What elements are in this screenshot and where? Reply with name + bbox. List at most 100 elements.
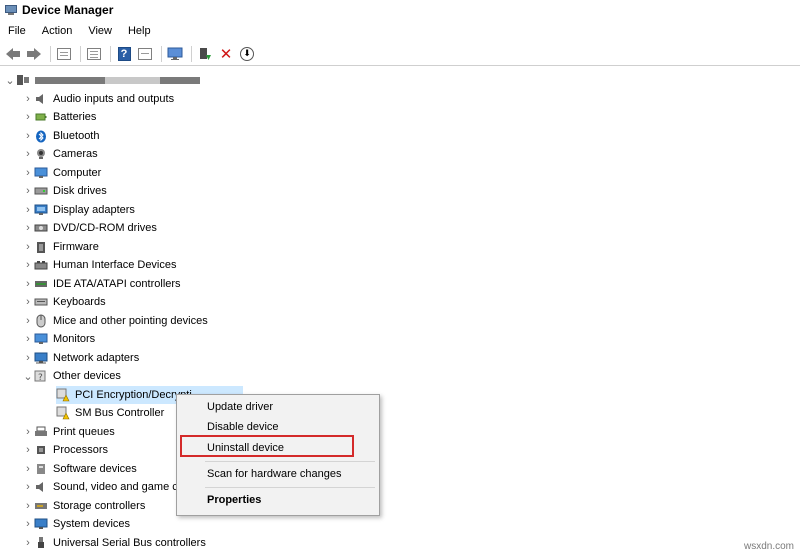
chevron-right-icon[interactable]: › xyxy=(22,296,34,308)
chevron-right-icon[interactable]: › xyxy=(22,426,34,438)
menu-item-properties[interactable]: Properties xyxy=(207,494,261,506)
disk-icon xyxy=(34,184,48,198)
chevron-right-icon[interactable]: › xyxy=(22,537,34,549)
mouse-icon xyxy=(34,314,48,328)
menu-action[interactable]: Action xyxy=(34,25,81,37)
scan-icon[interactable]: ⬇ xyxy=(238,45,256,63)
camera-icon xyxy=(34,147,48,161)
chevron-down-icon[interactable]: ⌄ xyxy=(4,74,16,87)
tree-category-storage[interactable]: › Storage controllers xyxy=(22,497,145,515)
tree-category-disk-drives[interactable]: › Disk drives xyxy=(22,182,107,200)
tree-category-system-devices[interactable]: › System devices xyxy=(22,515,130,533)
tree-category-firmware[interactable]: › Firmware xyxy=(22,238,99,256)
help-icon[interactable]: ? xyxy=(115,45,133,63)
chevron-right-icon[interactable]: › xyxy=(22,111,34,123)
tree-category-software-devices[interactable]: › Software devices xyxy=(22,460,137,478)
tree-category-usb[interactable]: › Universal Serial Bus controllers xyxy=(22,534,206,552)
category-label: Keyboards xyxy=(53,296,106,308)
category-label: Network adapters xyxy=(53,352,140,364)
chevron-right-icon[interactable]: › xyxy=(22,500,34,512)
processor-icon xyxy=(34,443,48,457)
chevron-right-icon[interactable]: › xyxy=(22,278,34,290)
category-label: Print queues xyxy=(53,426,115,438)
tree-category-audio[interactable]: › Audio inputs and outputs xyxy=(22,90,174,108)
category-label: Human Interface Devices xyxy=(53,259,177,271)
category-label: Storage controllers xyxy=(53,500,146,512)
tree-category-mice[interactable]: › Mice and other pointing devices xyxy=(22,312,208,330)
menu-view[interactable]: View xyxy=(80,25,120,37)
menu-help[interactable]: Help xyxy=(120,25,159,37)
toolbar-separator xyxy=(80,45,81,62)
tree-category-batteries[interactable]: › Batteries xyxy=(22,108,96,126)
display-adapter-icon xyxy=(34,203,48,217)
chevron-right-icon[interactable]: › xyxy=(22,222,34,234)
chevron-right-icon[interactable]: › xyxy=(22,333,34,345)
chevron-right-icon[interactable]: › xyxy=(22,463,34,475)
firmware-icon xyxy=(34,240,48,254)
category-label: System devices xyxy=(53,518,131,530)
menu-item-disable-device[interactable]: Disable device xyxy=(207,421,279,433)
tree-category-hid[interactable]: › Human Interface Devices xyxy=(22,256,177,274)
category-label: Audio inputs and outputs xyxy=(53,93,175,105)
category-label: IDE ATA/ATAPI controllers xyxy=(53,278,181,290)
chevron-right-icon[interactable]: › xyxy=(22,315,34,327)
window-title: Device Manager xyxy=(22,3,114,17)
category-label: Batteries xyxy=(53,111,97,123)
chevron-right-icon[interactable]: › xyxy=(22,148,34,160)
uninstall-icon[interactable]: ✕ xyxy=(217,45,235,63)
speaker-icon xyxy=(34,92,48,106)
back-arrow-icon[interactable] xyxy=(4,45,22,63)
category-label: Monitors xyxy=(53,333,96,345)
chevron-right-icon[interactable]: › xyxy=(22,185,34,197)
monitor-icon[interactable] xyxy=(166,45,184,63)
chevron-right-icon[interactable]: › xyxy=(22,518,34,530)
warning-device-icon xyxy=(56,406,70,420)
console-tree-icon[interactable] xyxy=(85,45,103,63)
category-label: Processors xyxy=(53,444,109,456)
dvd-icon xyxy=(34,221,48,235)
device-label: SM Bus Controller xyxy=(75,407,165,419)
chevron-right-icon[interactable]: › xyxy=(22,444,34,456)
storage-icon xyxy=(34,499,48,513)
category-label: Other devices xyxy=(53,370,121,382)
menu-file[interactable]: File xyxy=(0,25,34,37)
chevron-right-icon[interactable]: › xyxy=(22,481,34,493)
chevron-right-icon[interactable]: › xyxy=(22,93,34,105)
chevron-right-icon[interactable]: › xyxy=(22,130,34,142)
tree-category-print-queues[interactable]: › Print queues xyxy=(22,423,115,441)
category-label: Software devices xyxy=(53,463,137,475)
tree-category-processors[interactable]: › Processors xyxy=(22,441,108,459)
tree-category-computer[interactable]: › Computer xyxy=(22,164,101,182)
tree-category-display-adapters[interactable]: › Display adapters xyxy=(22,201,135,219)
menu-item-scan-hardware[interactable]: Scan for hardware changes xyxy=(207,468,342,480)
chevron-down-icon[interactable]: ⌄ xyxy=(22,370,34,383)
tree-category-keyboards[interactable]: › Keyboards xyxy=(22,293,106,311)
menu-separator xyxy=(205,487,375,488)
tree-category-bluetooth[interactable]: › Bluetooth xyxy=(22,127,99,145)
title-bar: Device Manager xyxy=(0,0,800,20)
chevron-right-icon[interactable]: › xyxy=(22,352,34,364)
tree-category-sound[interactable]: › Sound, video and game co xyxy=(22,478,184,496)
chevron-right-icon[interactable]: › xyxy=(22,241,34,253)
chevron-right-icon[interactable]: › xyxy=(22,204,34,216)
tree-category-dvd[interactable]: › DVD/CD-ROM drives xyxy=(22,219,157,237)
tree-category-network[interactable]: › Network adapters xyxy=(22,349,139,367)
update-driver-icon[interactable] xyxy=(196,45,214,63)
tree-category-ide[interactable]: › IDE ATA/ATAPI controllers xyxy=(22,275,181,293)
category-label: Display adapters xyxy=(53,204,135,216)
tree-category-other-devices[interactable]: ⌄ ? Other devices xyxy=(22,367,121,385)
category-label: DVD/CD-ROM drives xyxy=(53,222,157,234)
properties-pane-icon[interactable] xyxy=(55,45,73,63)
action-pane-icon[interactable] xyxy=(136,45,154,63)
tree-category-monitors[interactable]: › Monitors xyxy=(22,330,95,348)
warning-device-icon xyxy=(56,388,70,402)
battery-icon xyxy=(34,110,48,124)
tree-category-cameras[interactable]: › Cameras xyxy=(22,145,97,163)
menu-item-update-driver[interactable]: Update driver xyxy=(207,401,273,413)
device-sm-bus-controller[interactable]: SM Bus Controller xyxy=(56,404,164,422)
chevron-right-icon[interactable]: › xyxy=(22,259,34,271)
watermark: wsxdn.com xyxy=(743,541,794,552)
tree-root[interactable]: ⌄ xyxy=(4,71,200,89)
forward-arrow-icon[interactable] xyxy=(25,45,43,63)
chevron-right-icon[interactable]: › xyxy=(22,167,34,179)
